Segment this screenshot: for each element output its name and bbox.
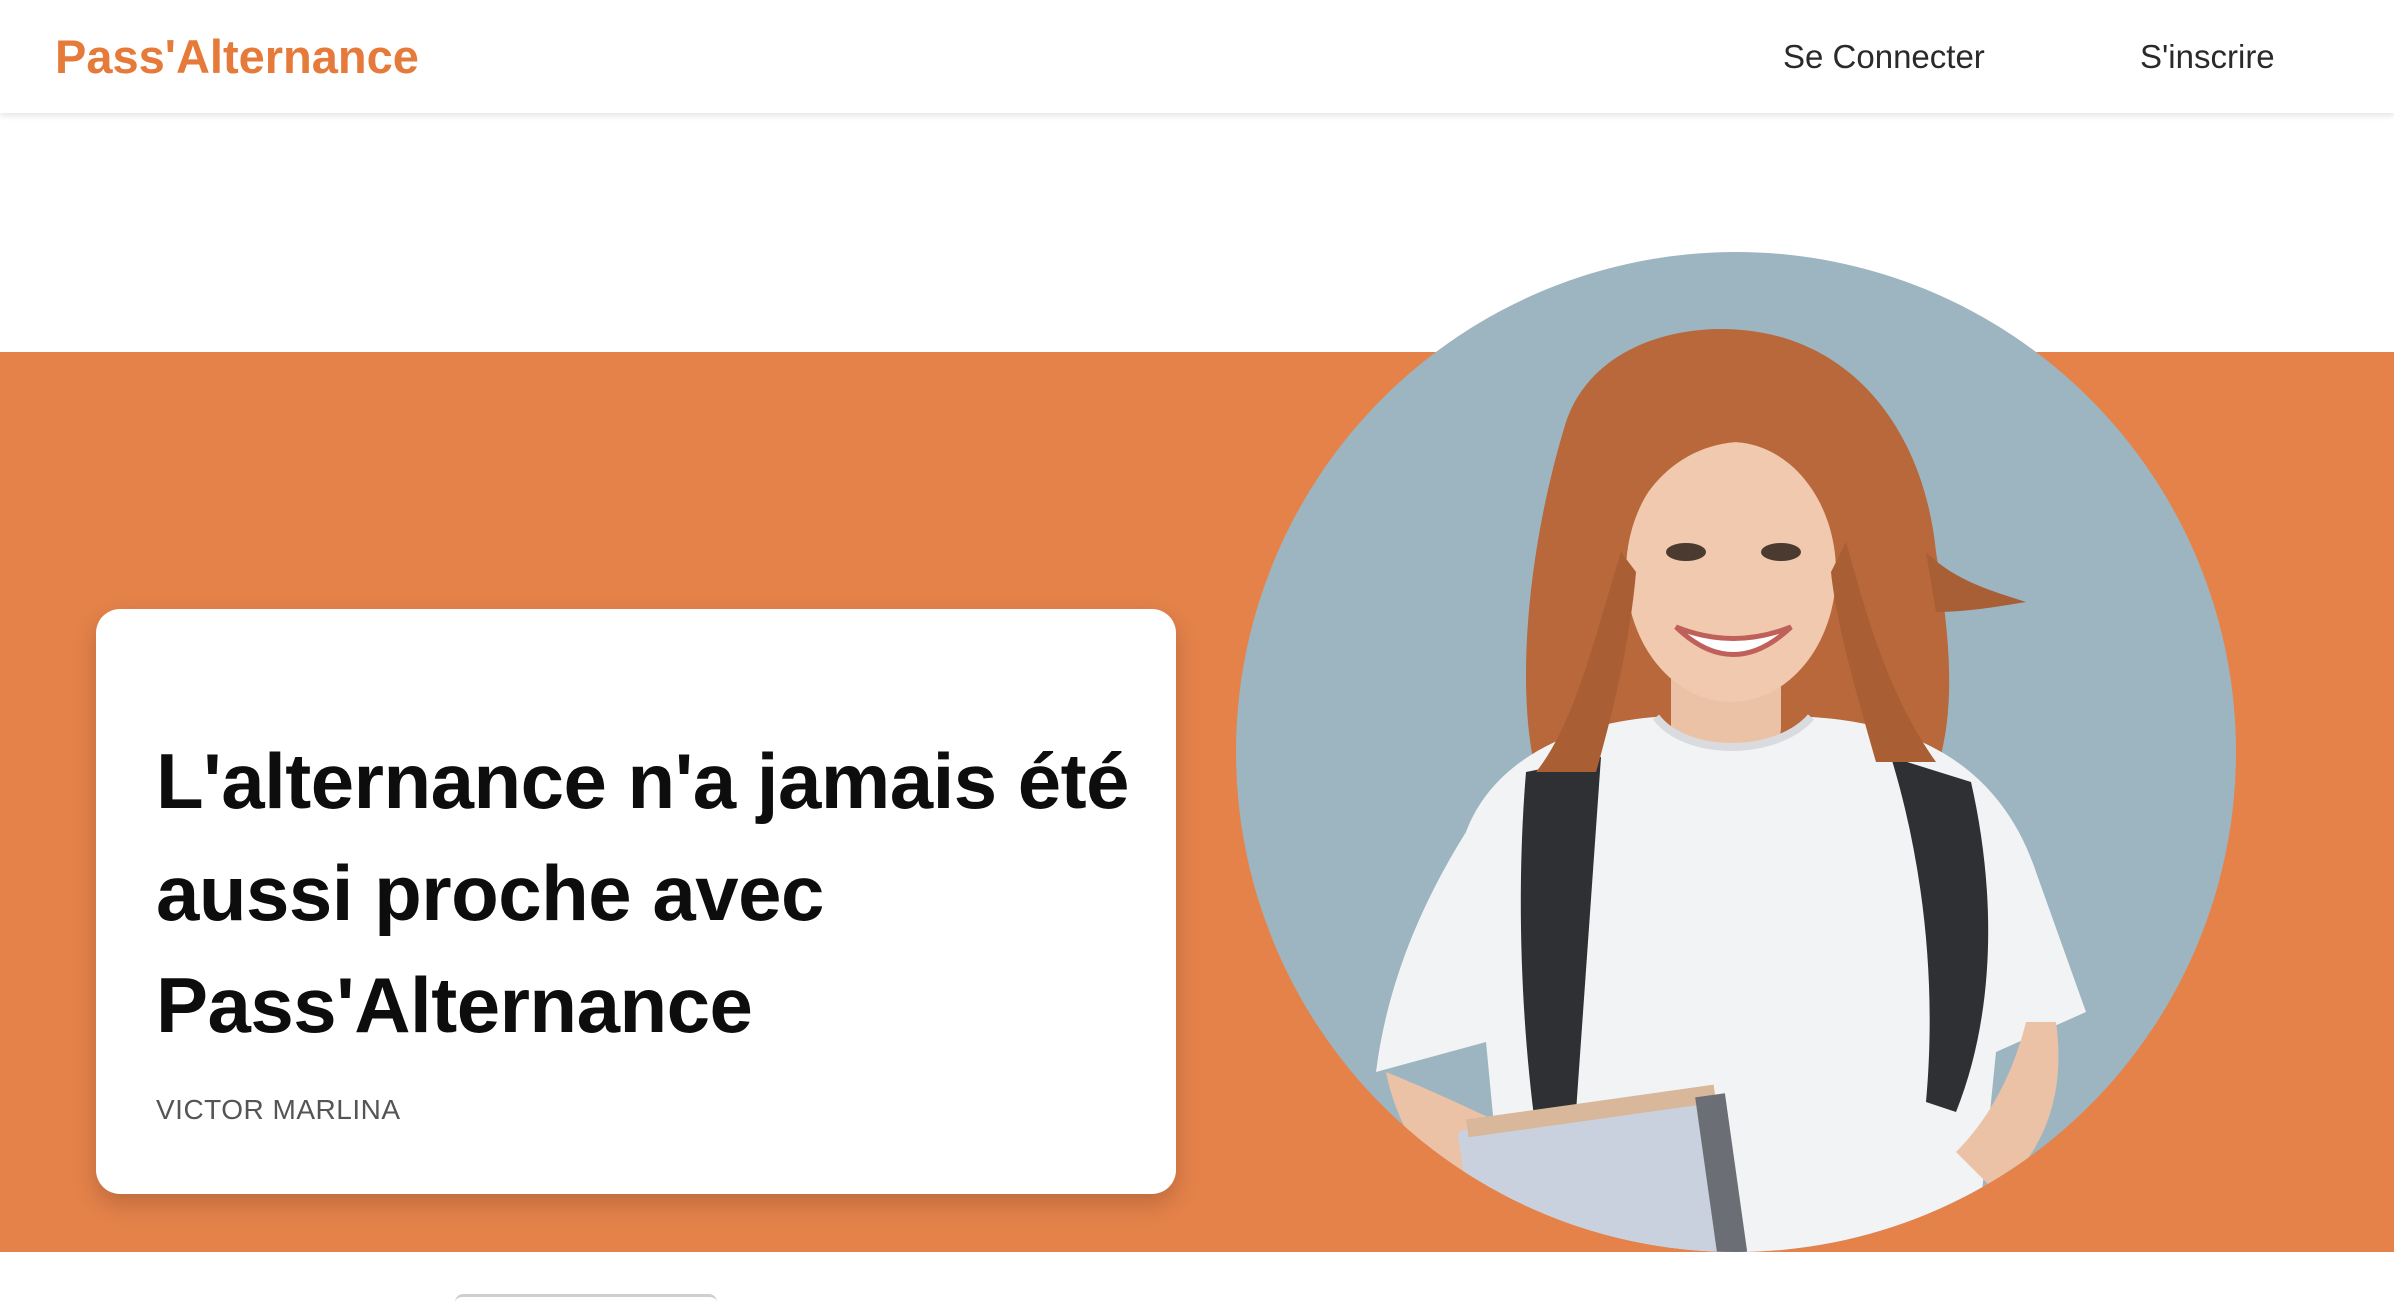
brand-logo-link[interactable]: Pass'Alternance (55, 28, 419, 86)
left-eye (1666, 543, 1706, 561)
hero-author: VICTOR MARLINA (156, 1094, 401, 1125)
top-navbar: Pass'Alternance Se Connecter S'inscrire (0, 0, 2394, 113)
student-photo (1236, 252, 2236, 1252)
hero-card: L'alternance n'a jamais été aussi proche… (96, 609, 1176, 1194)
face (1626, 442, 1836, 702)
signup-link[interactable]: S'inscrire (2140, 36, 2275, 78)
hero-title: L'alternance n'a jamais été aussi proche… (156, 737, 1130, 1049)
below-fold-tab (455, 1294, 717, 1304)
student-illustration (1236, 252, 2236, 1252)
right-eye (1761, 543, 1801, 561)
login-link[interactable]: Se Connecter (1783, 36, 1985, 78)
